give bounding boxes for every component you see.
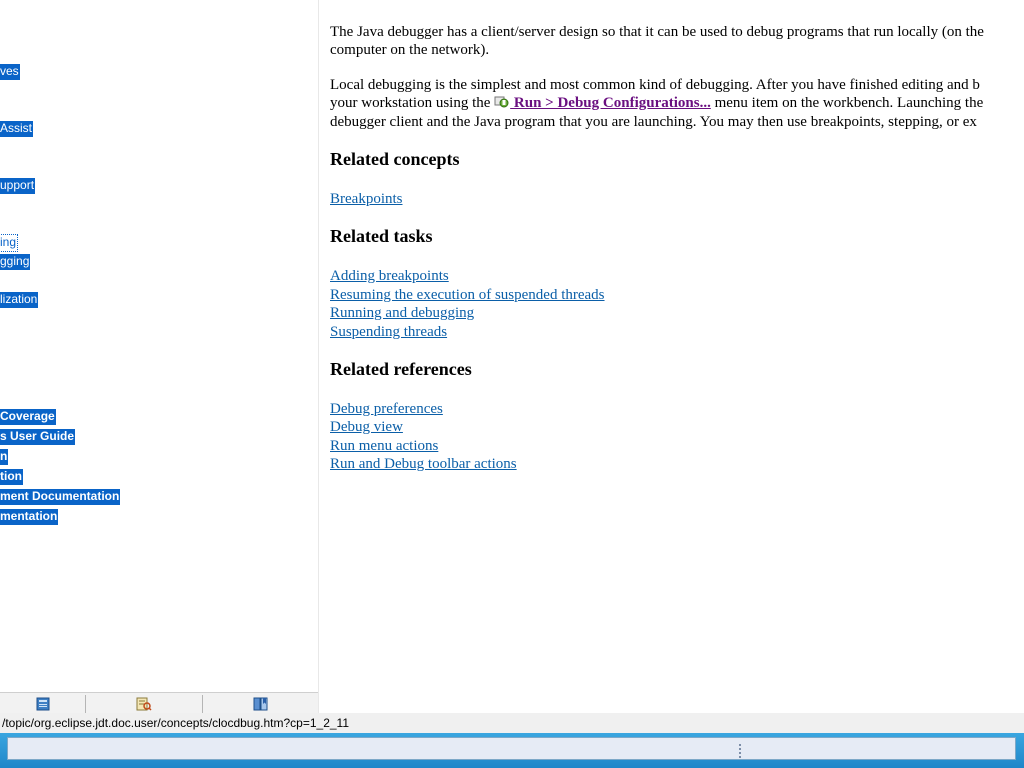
run-debug-toolbar-actions-link[interactable]: Run and Debug toolbar actions <box>330 455 517 474</box>
intro-paragraph-line: The Java debugger has a client/server de… <box>330 24 984 40</box>
status-url-text: /topic/org.eclipse.jdt.doc.user/concepts… <box>2 716 349 730</box>
toc-book[interactable]: s User Guide <box>0 429 76 445</box>
paragraph-text: your workstation using the <box>330 95 495 111</box>
resuming-execution-link[interactable]: Resuming the execution of suspended thre… <box>330 286 605 305</box>
toc-item[interactable]: Assist <box>0 121 34 137</box>
taskbar-window-button[interactable] <box>7 737 1016 760</box>
local-debugging-paragraph-line: Local debugging is the simplest and most… <box>330 77 980 93</box>
related-references-heading: Related references <box>330 359 472 379</box>
help-topic-content: The Java debugger has a client/server de… <box>330 0 1024 713</box>
toc-book[interactable]: ment Documentation <box>0 489 121 505</box>
search-results-icon <box>136 697 152 711</box>
toc-item[interactable]: gging <box>0 254 31 270</box>
intro-paragraph-line: computer on the network). <box>330 42 490 58</box>
toc-item[interactable]: ves <box>0 64 20 80</box>
local-debugging-paragraph-line: your workstation using the Run > Debug C… <box>330 94 983 113</box>
related-concepts-heading: Related concepts <box>330 149 460 169</box>
toc-book[interactable]: n <box>0 449 9 465</box>
command-text: Run > Debug Configurations... <box>510 95 711 111</box>
help-contents-pane: ves Assist upport ing gging lization Cov… <box>0 0 319 713</box>
adding-breakpoints-link[interactable]: Adding breakpoints <box>330 267 449 286</box>
contents-tab-button[interactable] <box>0 693 85 713</box>
toc-item[interactable]: upport <box>0 178 36 194</box>
toc-item-selected[interactable]: ing <box>0 234 19 252</box>
bookmarks-icon <box>253 697 268 710</box>
toc-book[interactable]: Coverage <box>0 409 56 425</box>
status-bar: /topic/org.eclipse.jdt.doc.user/concepts… <box>0 713 1024 733</box>
related-tasks-heading: Related tasks <box>330 226 433 246</box>
breakpoints-link[interactable]: Breakpoints <box>330 190 403 209</box>
toc-book[interactable]: mentation <box>0 509 59 525</box>
debug-view-link[interactable]: Debug view <box>330 418 403 437</box>
nav-view-toolbar <box>0 692 318 713</box>
debug-configurations-icon <box>494 96 509 108</box>
toc-item[interactable]: lization <box>0 292 39 308</box>
debug-configurations-command-link[interactable]: Run > Debug Configurations... <box>494 95 711 111</box>
bookmarks-tab-button[interactable] <box>203 693 318 713</box>
run-menu-actions-link[interactable]: Run menu actions <box>330 437 438 456</box>
toc-book[interactable]: tion <box>0 469 23 485</box>
search-results-tab-button[interactable] <box>86 693 202 713</box>
running-debugging-link[interactable]: Running and debugging <box>330 304 474 323</box>
contents-icon <box>36 697 49 710</box>
suspending-threads-link[interactable]: Suspending threads <box>330 323 447 342</box>
local-debugging-paragraph-line: debugger client and the Java program tha… <box>330 114 977 130</box>
resize-grip[interactable] <box>739 744 741 758</box>
taskbar <box>0 733 1024 768</box>
paragraph-text: menu item on the workbench. Launching th… <box>710 95 984 111</box>
debug-preferences-link[interactable]: Debug preferences <box>330 400 443 419</box>
